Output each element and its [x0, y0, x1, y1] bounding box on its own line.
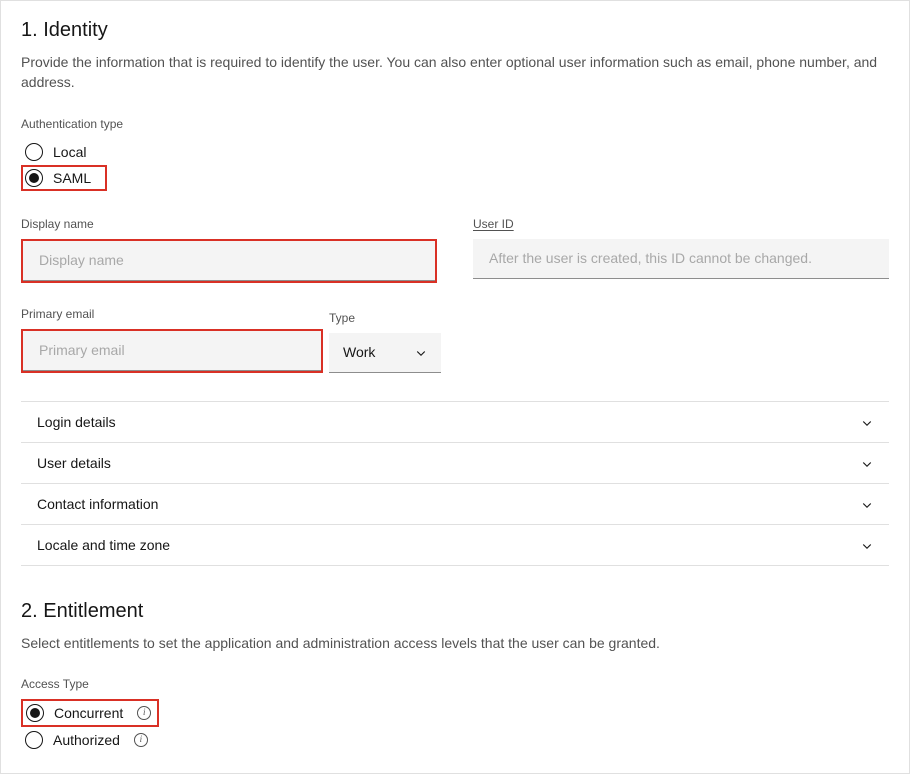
accordion-user-details[interactable]: User details — [21, 442, 889, 483]
primary-email-row: Primary email Type Work — [21, 307, 455, 373]
accordion-label: Contact information — [37, 496, 158, 512]
identity-title: 1. Identity — [21, 19, 889, 42]
access-concurrent-option[interactable]: Concurrent i — [26, 704, 151, 722]
radio-icon — [25, 143, 43, 161]
highlight-primary-email — [21, 329, 323, 373]
email-type-select[interactable]: Work — [329, 333, 441, 373]
entitlement-title: 2. Entitlement — [21, 600, 889, 623]
accordion-locale[interactable]: Locale and time zone — [21, 524, 889, 566]
highlight-saml: SAML — [21, 165, 107, 191]
highlight-display-name — [21, 239, 437, 283]
chevron-down-icon — [415, 346, 427, 358]
radio-icon — [25, 169, 43, 187]
display-name-field: Display name — [21, 217, 437, 283]
access-authorized-label: Authorized — [53, 732, 120, 748]
radio-icon — [26, 704, 44, 722]
identity-description: Provide the information that is required… — [21, 52, 889, 93]
accordion-label: Login details — [37, 414, 116, 430]
auth-local-option[interactable]: Local — [21, 139, 889, 165]
accordion-login-details[interactable]: Login details — [21, 401, 889, 442]
auth-local-label: Local — [53, 144, 86, 160]
accordion-label: Locale and time zone — [37, 537, 170, 553]
accordion-list: Login details User details Contact infor… — [21, 401, 889, 566]
chevron-down-icon — [861, 539, 873, 551]
info-icon[interactable]: i — [137, 706, 151, 720]
display-name-label: Display name — [21, 217, 437, 231]
primary-email-label: Primary email — [21, 307, 323, 321]
email-type-value: Work — [343, 344, 375, 360]
info-icon[interactable]: i — [134, 733, 148, 747]
user-id-field: User ID — [473, 217, 889, 283]
primary-email-input[interactable] — [23, 331, 321, 371]
radio-icon — [25, 731, 43, 749]
email-type-label: Type — [329, 311, 441, 325]
highlight-concurrent: Concurrent i — [21, 699, 159, 727]
access-concurrent-label: Concurrent — [54, 705, 123, 721]
chevron-down-icon — [861, 498, 873, 510]
display-name-input[interactable] — [23, 241, 435, 281]
user-id-input[interactable] — [473, 239, 889, 279]
accordion-label: User details — [37, 455, 111, 471]
access-type-radio-group: Concurrent i Authorized i — [21, 699, 889, 753]
auth-saml-label: SAML — [53, 170, 91, 186]
entitlement-description: Select entitlements to set the applicati… — [21, 633, 889, 653]
chevron-down-icon — [861, 457, 873, 469]
auth-type-radio-group: Local SAML — [21, 139, 889, 191]
accordion-contact-info[interactable]: Contact information — [21, 483, 889, 524]
auth-saml-option[interactable]: SAML — [25, 169, 91, 187]
user-id-label: User ID — [473, 217, 889, 231]
access-authorized-option[interactable]: Authorized i — [21, 727, 889, 753]
chevron-down-icon — [861, 416, 873, 428]
form-container: 1. Identity Provide the information that… — [0, 0, 910, 774]
auth-type-label: Authentication type — [21, 117, 889, 131]
access-type-label: Access Type — [21, 677, 889, 691]
